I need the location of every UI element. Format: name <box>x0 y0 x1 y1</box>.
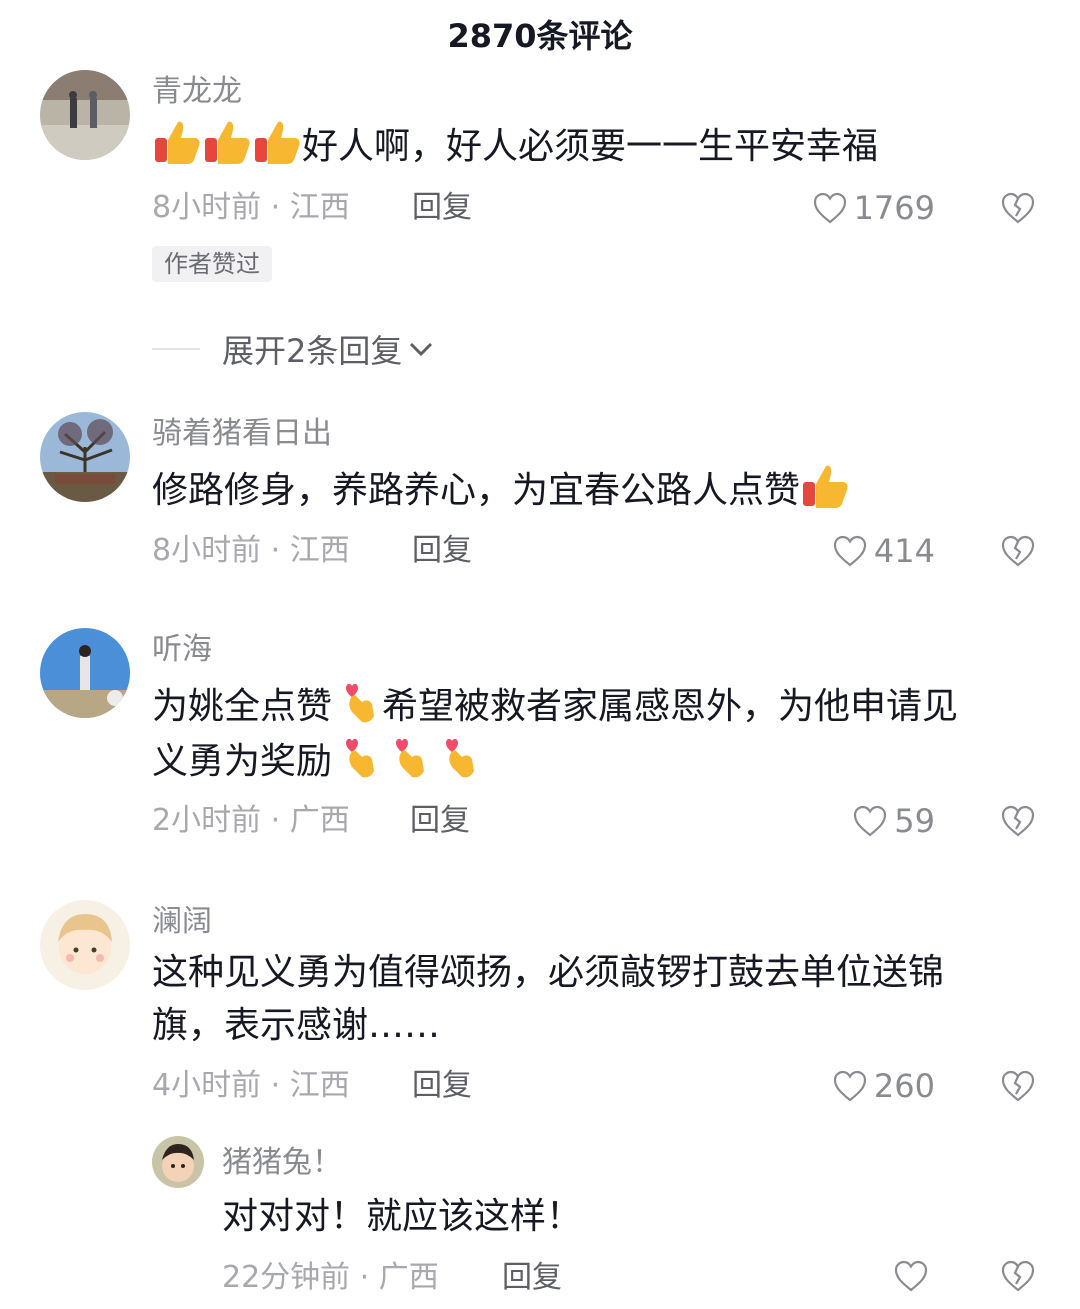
comment-username[interactable]: 澜阔 <box>152 902 212 942</box>
author-liked-badge: 作者赞过 <box>152 246 272 282</box>
avatar[interactable] <box>40 628 130 718</box>
reply-button[interactable]: 回复 <box>410 801 470 841</box>
heart-outline-icon <box>854 805 887 837</box>
like-button[interactable]: 414 <box>832 531 935 571</box>
like-count: 414 <box>873 532 935 570</box>
thumbs-up-emoji-icon <box>202 118 252 166</box>
finger-heart-emoji-icon <box>432 733 482 781</box>
thumbs-up-emoji-icon <box>800 462 850 510</box>
thumbs-up-emoji-icon <box>252 118 302 166</box>
reply-time-location: 22分钟前 · 广西 <box>222 1260 439 1295</box>
avatar-photo <box>40 70 130 160</box>
reply-button[interactable]: 回复 <box>412 531 472 571</box>
avatar[interactable] <box>40 900 130 990</box>
avatar-photo <box>152 1136 204 1188</box>
finger-heart-emoji-icon <box>382 733 432 781</box>
comment-time-location: 8小时前 · 江西 <box>152 533 350 568</box>
broken-heart-icon[interactable] <box>1000 803 1036 839</box>
thumbs-up-emoji-icon <box>152 118 202 166</box>
reply-button[interactable]: 回复 <box>412 1066 472 1106</box>
finger-heart-emoji-icon <box>332 733 382 781</box>
comments-count-title: 2870条评论 <box>447 17 633 55</box>
comment-time-location: 2小时前 · 广西 <box>152 803 350 838</box>
avatar-photo <box>40 412 130 502</box>
comment-username[interactable]: 听海 <box>152 630 212 670</box>
comment-text: 为姚全点赞 希望被救者家属感恩外，为他申请见义勇为奖励 <box>152 678 1032 788</box>
like-count: 1769 <box>853 189 935 227</box>
comment-body: 义勇为奖励 <box>152 741 333 782</box>
like-button[interactable] <box>893 1256 935 1296</box>
comment-text: 这种见义勇为值得颂扬，必须敲锣打鼓去单位送锦旗，表示感谢…… <box>152 952 945 1046</box>
comment-text: 好人啊，好人必须要一一生平安幸福 <box>152 118 1032 173</box>
like-count: 59 <box>894 802 935 840</box>
avatar[interactable] <box>40 412 130 502</box>
reply-button[interactable]: 回复 <box>502 1258 562 1298</box>
reply-text: 对对对！就应该这样！ <box>222 1196 583 1237</box>
chevron-down-icon <box>410 342 433 357</box>
reply-button[interactable]: 回复 <box>412 188 472 228</box>
comment-body: 为姚全点赞 <box>152 686 333 727</box>
broken-heart-icon[interactable] <box>1000 190 1036 226</box>
like-button[interactable]: 260 <box>832 1066 935 1106</box>
finger-heart-emoji-icon <box>332 678 382 726</box>
like-button[interactable]: 1769 <box>812 188 935 228</box>
broken-heart-icon[interactable] <box>1000 1258 1036 1294</box>
heart-outline-icon <box>833 535 867 567</box>
avatar-photo <box>40 628 130 718</box>
expand-replies-label: 展开2条回复 <box>222 332 403 370</box>
divider-line <box>152 348 200 350</box>
avatar[interactable] <box>40 70 130 160</box>
comment-username[interactable]: 骑着猪看日出 <box>152 414 332 454</box>
comment-body: 修路修身，养路养心，为宜春公路人点赞 <box>152 470 801 511</box>
broken-heart-icon[interactable] <box>1000 533 1036 569</box>
avatar[interactable] <box>152 1136 204 1188</box>
avatar-photo <box>40 900 130 990</box>
expand-replies-button[interactable]: 展开2条回复 <box>152 326 434 372</box>
comment-time-location: 8小时前 · 江西 <box>152 190 350 225</box>
like-button[interactable]: 59 <box>852 801 935 841</box>
reply-username[interactable]: 猪猪兔！ <box>222 1143 342 1183</box>
like-count: 260 <box>873 1067 935 1105</box>
comment-username[interactable]: 青龙龙 <box>152 72 242 112</box>
heart-outline-icon <box>833 1070 867 1102</box>
comment-time-location: 4小时前 · 江西 <box>152 1068 350 1103</box>
comment-text: 修路修身，养路养心，为宜春公路人点赞 <box>152 462 1032 517</box>
heart-outline-icon <box>894 1260 928 1292</box>
comment-body: 好人啊，好人必须要一一生平安幸福 <box>302 126 879 167</box>
comment-body: 希望被救者家属感恩外，为他申请见 <box>382 686 959 727</box>
heart-outline-icon <box>813 192 846 224</box>
broken-heart-icon[interactable] <box>1000 1068 1036 1104</box>
